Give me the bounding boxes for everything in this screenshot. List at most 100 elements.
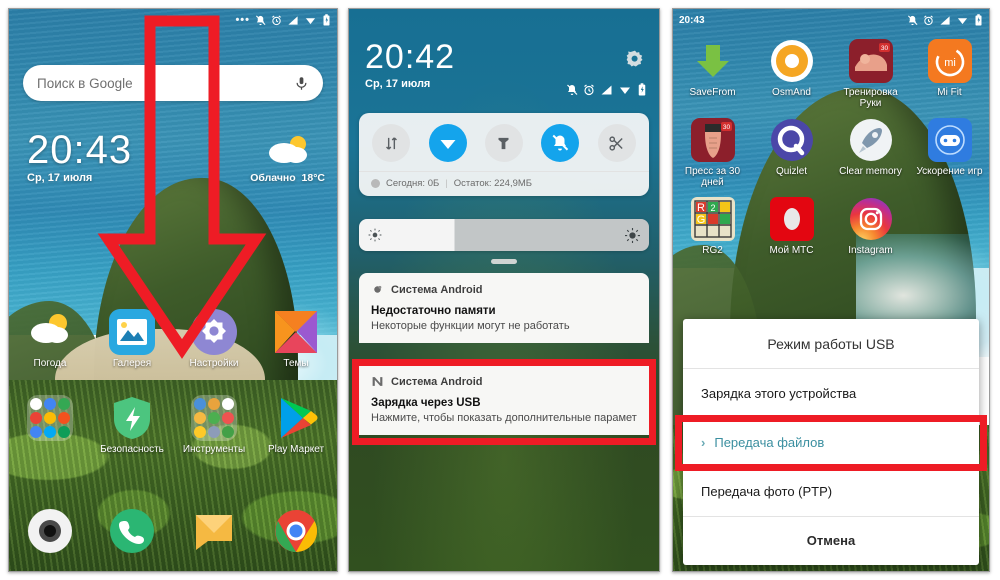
dock-chrome[interactable] — [255, 509, 337, 553]
clock-time: 20:43 — [27, 128, 133, 172]
svg-text:2: 2 — [710, 203, 715, 213]
dialog-option-ptp[interactable]: Передача фото (PTP) — [683, 467, 979, 516]
app-label: Quizlet — [775, 166, 808, 177]
dock-messages[interactable] — [173, 509, 255, 553]
app-label: Инструменты — [182, 444, 246, 455]
notification-card[interactable]: Система Android Недостаточно памяти Неко… — [359, 273, 649, 343]
alarm-icon — [584, 84, 594, 95]
drawer-row-3: R2G RG2 Мой МТС Instagram — [673, 197, 989, 256]
app-security[interactable]: Безопасность — [91, 395, 173, 455]
silent-toggle[interactable] — [541, 124, 580, 162]
data-usage-remaining: Остаток: 224,9МБ — [453, 178, 533, 189]
dock-camera[interactable] — [9, 509, 91, 553]
app-label: Мой МТС — [769, 245, 814, 256]
app-rg2[interactable]: R2G RG2 — [673, 197, 752, 256]
wifi-toggle[interactable] — [428, 124, 467, 162]
app-label: Темы — [283, 358, 309, 369]
shade-drag-handle[interactable] — [491, 259, 517, 264]
google-folder-icon — [27, 395, 73, 441]
google-search-bar[interactable]: Поиск в Google — [23, 65, 323, 101]
data-usage-toggle[interactable] — [372, 124, 411, 162]
android-system-icon — [374, 285, 382, 293]
quick-settings-toggles — [359, 113, 649, 171]
phone-panel-usb-dialog: 20:43 SaveFrom OsmAnd 30 Тренировка Руки — [672, 8, 990, 572]
app-settings[interactable]: Настройки — [173, 309, 255, 369]
status-bar: 20:43 — [673, 9, 989, 31]
app-folder-google[interactable] — [9, 395, 91, 455]
weather-icon — [31, 314, 68, 343]
home-app-grid: Погода Галерея Настройки Темы Безопаснос… — [9, 309, 337, 455]
tools-folder-icon — [191, 395, 237, 441]
app-label: Галерея — [112, 358, 152, 369]
svg-text:R: R — [697, 202, 705, 214]
scissors-icon — [609, 135, 623, 151]
battery-charging-icon — [975, 14, 982, 26]
brightness-high-icon — [625, 227, 640, 243]
app-label: Clear memory — [839, 166, 902, 177]
dialog-cancel-button[interactable]: Отмена — [683, 517, 979, 565]
search-input-placeholder[interactable]: Поиск в Google — [37, 76, 294, 91]
clock-date: Ср, 17 июля — [27, 172, 93, 184]
app-label: Play Маркет — [267, 444, 325, 455]
app-drawer-grid: SaveFrom OsmAnd 30 Тренировка Руки mi Mi… — [673, 39, 989, 265]
app-clear-memory[interactable]: Clear memory — [831, 118, 910, 188]
dialog-option-label: Передача файлов — [714, 435, 825, 450]
signal-icon — [288, 15, 298, 25]
phone-icon — [110, 509, 154, 553]
rocket-icon — [849, 119, 892, 161]
app-weather[interactable]: Погода — [9, 309, 91, 369]
app-savefrom[interactable]: SaveFrom — [673, 39, 752, 109]
alarm-icon — [272, 14, 281, 25]
dialog-option-file-transfer[interactable]: › Передача файлов — [683, 418, 979, 467]
app-label: Пресс за 30 дней — [684, 166, 741, 188]
app-mts[interactable]: Мой МТС — [752, 197, 831, 256]
app-arm-workout[interactable]: 30 Тренировка Руки — [831, 39, 910, 109]
clock-widget[interactable]: 20:43 Ср, 17 июля — [27, 129, 132, 184]
osmand-icon — [770, 40, 813, 82]
game-turbo-icon — [927, 118, 972, 162]
quick-settings-card: Сегодня: 0Б | Остаток: 224,9МБ — [359, 113, 649, 196]
mic-icon[interactable] — [294, 76, 309, 91]
alarm-icon — [924, 14, 933, 25]
arm-workout-icon: 30 — [848, 39, 893, 83]
app-instagram[interactable]: Instagram — [831, 197, 910, 256]
app-quizlet[interactable]: Quizlet — [752, 118, 831, 188]
app-gallery[interactable]: Галерея — [91, 309, 173, 369]
chrome-icon — [275, 509, 318, 552]
app-game-turbo[interactable]: Ускорение игр — [910, 118, 989, 188]
app-osmand[interactable]: OsmAnd — [752, 39, 831, 109]
weather-widget[interactable]: Облачно 18°C — [250, 135, 325, 184]
settings-gear-icon[interactable] — [625, 49, 645, 69]
svg-text:G: G — [696, 214, 705, 226]
app-folder-tools[interactable]: Инструменты — [173, 395, 255, 455]
data-usage-row[interactable]: Сегодня: 0Б | Остаток: 224,9МБ — [359, 171, 649, 196]
notification-app-row: Система Android — [371, 283, 637, 296]
weather-condition: Облачно — [250, 172, 296, 184]
app-play-store[interactable]: Play Маркет — [255, 395, 337, 455]
app-mi-fit[interactable]: mi Mi Fit — [910, 39, 989, 109]
app-label: SaveFrom — [689, 87, 736, 98]
svg-text:mi: mi — [944, 57, 956, 69]
phone-panel-home: ••• Поиск в Google 20:43 Ср, 17 июля Обл… — [8, 8, 338, 572]
android-n-icon — [372, 377, 383, 386]
battery-charging-icon — [323, 14, 330, 26]
drawer-empty-slot — [910, 197, 989, 256]
settings-gear-button[interactable] — [625, 49, 645, 74]
usb-mode-dialog: Режим работы USB Зарядка этого устройств… — [683, 319, 979, 565]
security-icon — [114, 397, 150, 439]
brightness-slider[interactable] — [359, 219, 649, 251]
flashlight-icon — [498, 137, 509, 149]
app-themes[interactable]: Темы — [255, 309, 337, 369]
app-label: Тренировка Руки — [843, 87, 898, 109]
app-abs-workout[interactable]: 30 Пресс за 30 дней — [673, 118, 752, 188]
themes-icon — [275, 311, 317, 353]
screenshot-toggle[interactable] — [597, 124, 636, 162]
flashlight-toggle[interactable] — [484, 124, 523, 162]
notification-app-name: Система Android — [391, 375, 483, 388]
notification-app-name: Система Android — [391, 283, 483, 296]
shade-clock-date: Ср, 17 июля — [365, 78, 431, 90]
messages-icon — [196, 515, 232, 550]
dock-phone[interactable] — [91, 509, 173, 553]
notification-card-usb[interactable]: Система Android Зарядка через USB Нажмит… — [359, 365, 649, 435]
dialog-option-charging[interactable]: Зарядка этого устройства — [683, 369, 979, 418]
